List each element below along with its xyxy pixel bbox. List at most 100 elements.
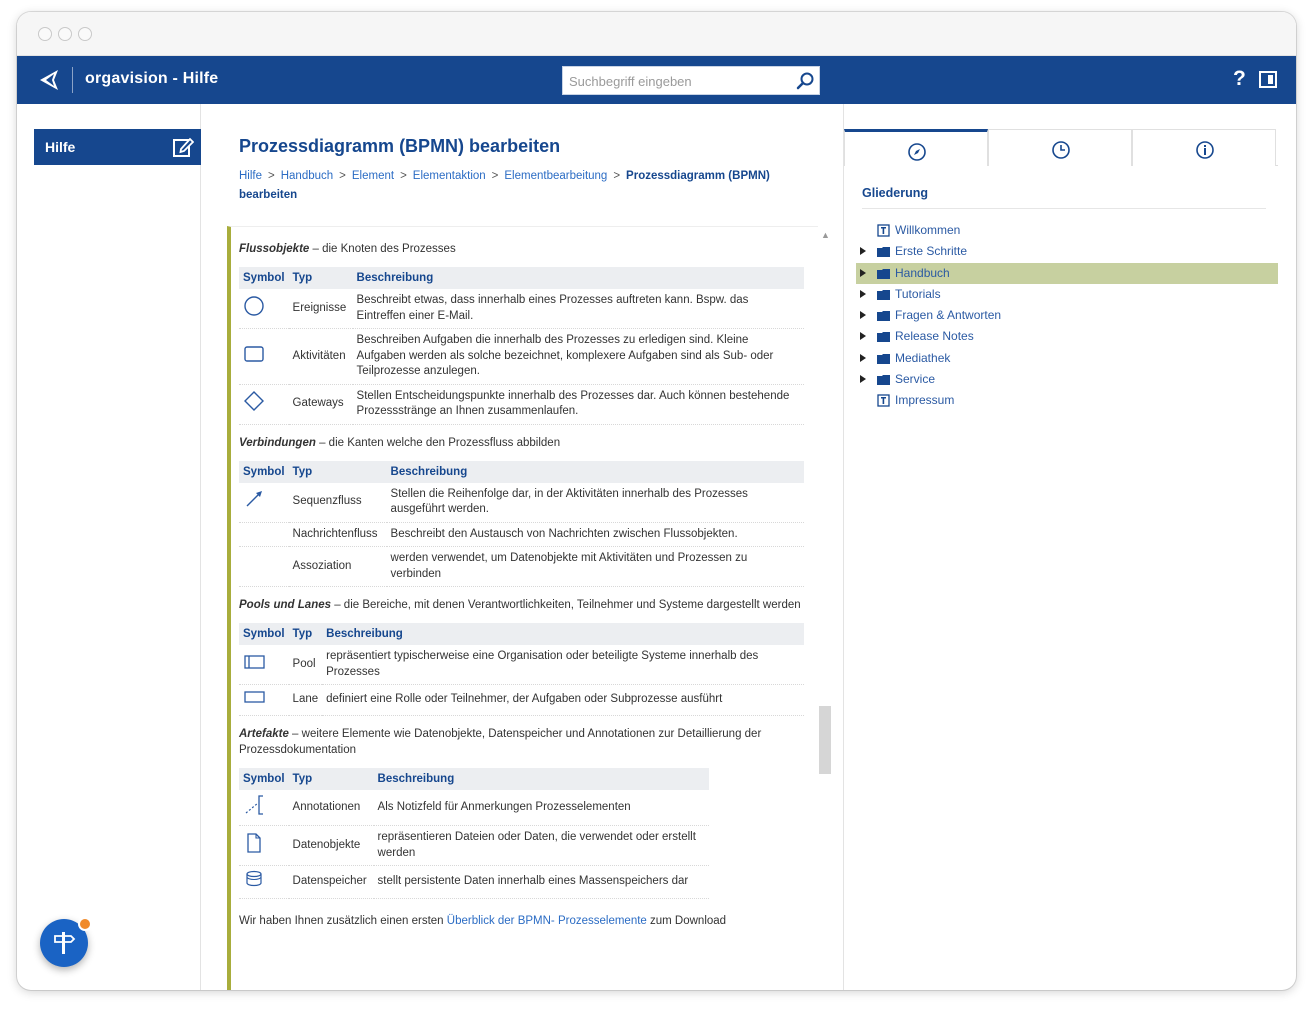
section-pools-desc: – die Bereiche, mit denen Verantwortlich… (331, 599, 801, 611)
breadcrumb-link-elementbearbeitung[interactable]: Elementbearbeitung (504, 170, 607, 182)
tree-item-fragen-antworten[interactable]: Fragen & Antworten (856, 305, 1278, 326)
orgavision-logo-icon[interactable] (37, 68, 61, 92)
breadcrumb: Hilfe > Handbuch > Element > Elementaktion > Ele… (239, 167, 809, 205)
circle-event-icon (244, 296, 264, 316)
table-header-symbol: Symbol (239, 460, 289, 483)
artifacts-table: Symbol Typ Beschreibung Annotationen Als… (239, 767, 709, 899)
row-type: Datenspeicher (288, 865, 374, 899)
toggle-panel-icon[interactable] (1259, 71, 1277, 88)
data-object-icon (247, 833, 261, 853)
table-header-type: Typ (288, 623, 323, 645)
row-type: Aktivitäten (288, 328, 353, 385)
expand-arrow-icon[interactable] (860, 289, 866, 298)
tree-item-label: Mediathek (895, 350, 951, 365)
assistant-fab-button[interactable] (40, 917, 92, 967)
expand-arrow-icon[interactable] (860, 311, 866, 320)
breadcrumb-link-elementaktion[interactable]: Elementaktion (413, 170, 486, 182)
table-header-description: Beschreibung (386, 460, 804, 483)
row-type: Assoziation (288, 546, 387, 587)
article-body[interactable]: Flussobjekte – die Knoten des Prozesses … (227, 226, 818, 990)
section-artifacts-intro: Artefakte – weitere Elemente wie Datenob… (239, 726, 804, 758)
tree-item-label: Fragen & Antworten (895, 308, 1002, 323)
header-separator (72, 67, 73, 93)
section-flow-intro: Flussobjekte – die Knoten des Prozesses (239, 241, 804, 257)
breadcrumb-link-handbuch[interactable]: Handbuch (281, 170, 333, 182)
breadcrumb-link-hilfe[interactable]: Hilfe (239, 170, 262, 182)
table-header-type: Typ (288, 460, 387, 483)
window-titlebar (17, 12, 1296, 56)
expand-arrow-icon[interactable] (860, 268, 866, 277)
tree-item-service[interactable]: Service (856, 369, 1278, 390)
expand-arrow-icon[interactable] (860, 375, 866, 384)
page-icon (877, 224, 890, 237)
tree-item-label: Erste Schritte (895, 244, 968, 259)
row-description: werden verwendet, um Datenobjekte mit Ak… (386, 546, 804, 587)
sidebar-tab-hilfe[interactable]: Hilfe (34, 129, 201, 165)
tree-item-release-notes[interactable]: Release Notes (856, 326, 1278, 347)
row-description: Stellen die Reihenfolge dar, in der Akti… (386, 482, 804, 523)
section-connections-intro: Verbindungen – die Kanten welche den Pro… (239, 435, 804, 451)
search-icon[interactable] (795, 71, 815, 91)
tab-info[interactable] (1132, 129, 1276, 166)
annotation-icon (245, 794, 263, 815)
window-maximize-dot[interactable] (78, 27, 92, 41)
notification-badge (78, 917, 92, 931)
section-pools-title: Pools und Lanes (239, 599, 332, 611)
row-description: Beschreibt den Austausch von Nachrichten… (386, 522, 804, 547)
tree-item-tutorials[interactable]: Tutorials (856, 284, 1278, 305)
row-description: Stellen Entscheidungspunkte innerhalb de… (352, 384, 804, 425)
table-row: Pool repräsentiert typischerweise eine O… (239, 645, 804, 685)
download-note-text-after: zum Download (646, 914, 727, 927)
signpost-icon (54, 932, 76, 954)
edit-icon[interactable] (172, 136, 194, 158)
tree-item-label: Impressum (895, 393, 955, 408)
window-minimize-dot[interactable] (58, 27, 72, 41)
help-button[interactable]: ? (1233, 67, 1246, 91)
expand-arrow-icon[interactable] (860, 332, 866, 341)
scroll-up-icon[interactable]: ▲ (821, 230, 830, 240)
data-store-icon (246, 870, 262, 887)
table-header-type: Typ (288, 267, 353, 289)
right-panel: Gliederung Willkommen Erste Schritte Handb… (843, 104, 1296, 990)
tree-item-label: Willkommen (895, 223, 961, 237)
folder-icon (877, 268, 890, 279)
row-description: definiert eine Rolle oder Teilnehmer, de… (322, 684, 804, 716)
tree-item-label: Service (895, 372, 936, 387)
row-type: Nachrichtenfluss (288, 522, 387, 547)
table-row: Datenobjekte repräsentieren Dateien oder… (239, 825, 709, 866)
table-row: Ereignisse Beschreibt etwas, dass innerh… (239, 289, 804, 329)
lane-icon (244, 691, 265, 703)
tree-item-erste-schritte[interactable]: Erste Schritte (856, 241, 1278, 262)
tab-navigation[interactable] (844, 129, 988, 166)
row-description: repräsentiert typischerweise eine Organi… (322, 645, 804, 685)
page-title: Prozessdiagramm (BPMN) bearbeiten (239, 136, 561, 156)
row-type: Sequenzfluss (288, 482, 387, 523)
breadcrumb-link-element[interactable]: Element (352, 170, 394, 182)
search-input[interactable] (569, 71, 785, 91)
row-type: Annotationen (288, 789, 374, 826)
expand-arrow-icon[interactable] (860, 353, 866, 362)
section-connections-desc: – die Kanten welche den Prozessfluss abb… (315, 436, 561, 449)
tree-item-mediathek[interactable]: Mediathek (856, 348, 1278, 369)
panel-tabs (844, 129, 1278, 166)
scrollbar-thumb[interactable] (819, 706, 831, 774)
sidebar-tab-label: Hilfe (45, 139, 76, 155)
row-type: Ereignisse (288, 289, 353, 329)
tree-item-handbuch[interactable]: Handbuch (856, 262, 1278, 284)
window-close-dot[interactable] (38, 27, 52, 41)
table-row: Lane definiert eine Rolle oder Teilnehme… (239, 684, 804, 716)
content-scrollbar[interactable]: ▲ (818, 226, 832, 990)
tree-item-willkommen[interactable]: Willkommen (856, 220, 1278, 241)
tree-item-impressum[interactable]: Impressum (856, 390, 1278, 411)
search-box (562, 66, 820, 95)
section-artifacts-desc: – weitere Elemente wie Datenobjekte, Dat… (239, 727, 762, 756)
row-description: stellt persistente Daten innerhalb eines… (373, 865, 709, 899)
tab-history[interactable] (988, 129, 1132, 166)
bpmn-overview-link[interactable]: Überblick der BPMN- Prozesselemente (447, 915, 647, 927)
breadcrumb-separator: > (268, 170, 275, 182)
expand-arrow-icon[interactable] (860, 247, 866, 256)
outline-divider (862, 208, 1266, 209)
outline-tree: Willkommen Erste Schritte Handbuch Tutorial… (856, 220, 1278, 412)
diamond-gateway-icon (244, 391, 264, 412)
table-row: Datenspeicher stellt persistente Daten i… (239, 865, 709, 899)
